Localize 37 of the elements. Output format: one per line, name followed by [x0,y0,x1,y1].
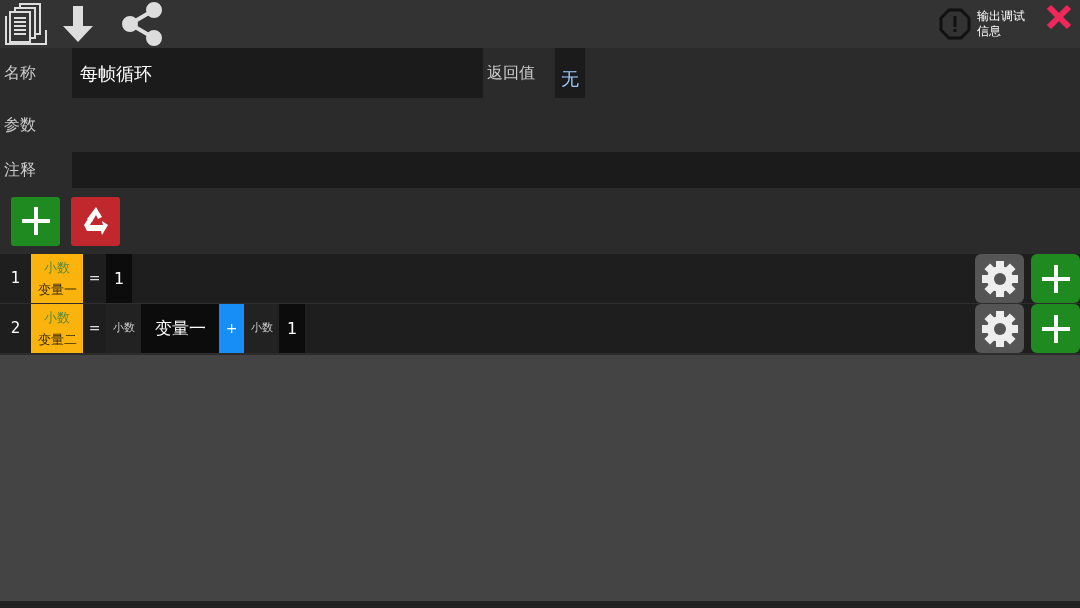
value-block[interactable]: 1 [106,254,133,303]
share-icon[interactable] [120,2,164,46]
debug-output-button[interactable]: 输出调试信息 [939,8,1026,40]
plus-icon [1039,262,1072,295]
recycle-button[interactable] [71,196,120,246]
field-label: 名称 [3,62,37,84]
gear-icon [979,258,1020,299]
name-input[interactable]: 每帧循环 [72,48,483,98]
plus-icon [19,205,52,237]
gear-icon [979,308,1020,349]
variable-type: 小数 [44,308,70,327]
close-icon[interactable] [1046,4,1072,30]
plus-icon [1039,312,1072,345]
settings-button[interactable] [975,304,1024,353]
type-label: 小数 [244,304,279,353]
add-line-button[interactable] [1031,304,1080,353]
variable-type: 小数 [44,258,70,277]
warning-icon [939,8,971,40]
equals-sign: = [87,319,102,338]
line-number: 2 [9,318,22,340]
documents-icon[interactable] [4,2,48,46]
value-block[interactable]: 1 [279,304,306,353]
equals-sign: = [87,269,102,288]
variable-name: 变量二 [37,330,77,349]
type-label: 小数 [106,304,141,353]
variable-block[interactable]: 小数 变量一 [31,254,83,303]
settings-button[interactable] [975,254,1024,303]
return-type-button[interactable]: 无 [555,48,585,98]
add-button[interactable] [11,196,60,246]
field-label: 返回值 [486,62,536,84]
variable-reference[interactable]: 变量一 [141,304,219,353]
variable-name: 变量一 [37,280,77,299]
field-label: 参数 [3,114,36,136]
line-number: 1 [9,268,22,290]
variable-block[interactable]: 小数 变量二 [31,304,83,353]
field-label: 注释 [3,159,37,181]
add-line-button[interactable] [1031,254,1080,303]
